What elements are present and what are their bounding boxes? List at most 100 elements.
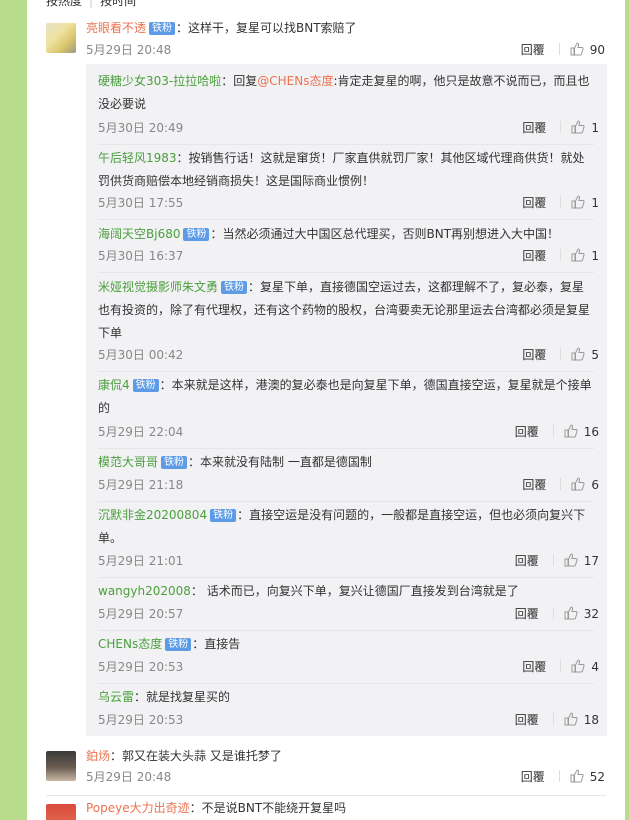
- reply-username[interactable]: 米娅视觉摄影师朱文勇: [98, 280, 218, 294]
- reply-username[interactable]: 模范大哥哥: [98, 455, 158, 469]
- reply-timestamp: 5月29日 21:18: [98, 478, 184, 492]
- reply-button[interactable]: 回覆: [515, 425, 539, 439]
- reply-button[interactable]: 回覆: [522, 121, 546, 135]
- reply-username[interactable]: 乌云雷: [98, 690, 134, 704]
- reply-divider: [98, 448, 594, 449]
- like-count: 1: [591, 249, 599, 263]
- reply-button[interactable]: 回覆: [522, 660, 546, 674]
- reply-button[interactable]: 回覆: [515, 607, 539, 621]
- comment-username[interactable]: 鉑炀: [86, 749, 110, 763]
- sort-by-hot[interactable]: 按热度: [46, 0, 82, 8]
- thumbs-up-icon[interactable]: [571, 477, 585, 491]
- reply-item: 乌云雷：就是找复星买的: [98, 686, 596, 709]
- reply-button[interactable]: 回覆: [521, 43, 545, 57]
- comment-text: ：郭又在装大头蒜 又是谁托梦了: [110, 749, 282, 763]
- reply-body: 海阔天空Bj680 铁粉 ：当然必须通过大中国区总代理买，否则BNT再别想进入大中国…: [98, 223, 596, 246]
- reply-body: wangyh202008： 话术而已，向复兴下单，复兴让德国厂直接发到台湾就是了: [98, 580, 596, 603]
- action-divider: [552, 425, 554, 437]
- reply-timestamp: 5月29日 20:53: [98, 713, 184, 727]
- thumbs-up-icon[interactable]: [570, 42, 584, 56]
- reply-actions: 回覆 5: [522, 347, 599, 363]
- thumbs-up-icon[interactable]: [564, 712, 578, 726]
- right-background-strip: [625, 0, 629, 820]
- sort-bar: 按热度 | 按时间: [46, 0, 136, 8]
- reply-timestamp: 5月29日 21:01: [98, 554, 184, 568]
- reply-button[interactable]: 回覆: [522, 348, 546, 362]
- action-divider: [552, 607, 554, 619]
- reply-timestamp: 5月30日 17:55: [98, 196, 184, 210]
- avatar[interactable]: [46, 751, 76, 781]
- thumbs-up-icon[interactable]: [564, 424, 578, 438]
- comment-text: ：这样干，复星可以找BNT索赔了: [176, 21, 357, 35]
- reply-item: 模范大哥哥 铁粉 ：本来就没有陆制 一直都是德国制: [98, 451, 596, 474]
- thumbs-up-icon[interactable]: [564, 606, 578, 620]
- reply-text: ： 话术而已，向复兴下单，复兴让德国厂直接发到台湾就是了: [190, 584, 519, 598]
- like-count: 18: [583, 713, 599, 727]
- thumbs-up-icon[interactable]: [571, 248, 585, 262]
- reply-username[interactable]: 沉默非金20200804: [98, 508, 207, 522]
- action-divider: [558, 43, 560, 55]
- comment-username[interactable]: 亮眼看不透: [86, 21, 146, 35]
- comment-section: 按热度 | 按时间 亮眼看不透 铁粉 ：这样干，复星可以找BNT索赔了 5月29日 20…: [27, 0, 625, 820]
- sort-by-time[interactable]: 按时间: [100, 0, 136, 8]
- comment-text: ：不是说BNT不能绕开复星吗: [189, 801, 347, 815]
- action-divider: [558, 770, 560, 782]
- reply-item: 海阔天空Bj680 铁粉 ：当然必须通过大中国区总代理买，否则BNT再别想进入大中国…: [98, 223, 596, 246]
- reply-divider: [98, 630, 594, 631]
- reply-body: 米娅视觉摄影师朱文勇 铁粉 ：复星下单，直接德国空运过去，这都理解不了，复必泰，复星…: [98, 276, 596, 345]
- reply-item: wangyh202008： 话术而已，向复兴下单，复兴让德国厂直接发到台湾就是了: [98, 580, 596, 603]
- reply-item: 康侃4 铁粉 ：本来就是这样，港澳的复必泰也是向复星下单，德国直接空运，复星就是个接…: [98, 374, 596, 420]
- reply-divider: [98, 577, 594, 578]
- reply-button[interactable]: 回覆: [522, 249, 546, 263]
- like-count: 1: [591, 121, 599, 135]
- thumbs-up-icon[interactable]: [571, 659, 585, 673]
- action-divider: [560, 121, 562, 133]
- mention-link[interactable]: @CHENs态度: [257, 74, 333, 88]
- reply-body: 午后轻风1983：按销售行话！这就是窜货！厂家直供就罚厂家！其他区域代理商供货！…: [98, 147, 596, 193]
- reply-button[interactable]: 回覆: [515, 713, 539, 727]
- reply-button[interactable]: 回覆: [521, 770, 545, 784]
- thumbs-up-icon[interactable]: [571, 120, 585, 134]
- thumbs-up-icon[interactable]: [564, 553, 578, 567]
- reply-username[interactable]: 午后轻风1983: [98, 151, 177, 165]
- reply-text: ：直接告: [192, 637, 241, 651]
- avatar[interactable]: [46, 23, 76, 53]
- reply-username[interactable]: CHENs态度: [98, 637, 162, 651]
- fan-badge: 铁粉: [149, 22, 176, 35]
- thumbs-up-icon[interactable]: [571, 347, 585, 361]
- reply-button[interactable]: 回覆: [515, 554, 539, 568]
- reply-body: 乌云雷：就是找复星买的: [98, 686, 596, 709]
- comment-username[interactable]: Popeye大力出奇迹: [86, 801, 190, 815]
- like-count: 1: [591, 196, 599, 210]
- thumbs-up-icon[interactable]: [571, 195, 585, 209]
- reply-body: 康侃4 铁粉 ：本来就是这样，港澳的复必泰也是向复星下单，德国直接空运，复星就是个接…: [98, 374, 596, 420]
- reply-actions: 回覆 1: [522, 248, 599, 264]
- comment-actions: 回覆 90: [521, 42, 605, 58]
- reply-username[interactable]: wangyh202008: [98, 584, 191, 598]
- reply-username[interactable]: 康侃4: [98, 378, 130, 392]
- like-count: 6: [591, 478, 599, 492]
- reply-body: 沉默非金20200804 铁粉 ：直接空运是没有问题的，一般都是直接空运，但也必须向…: [98, 504, 596, 550]
- like-count: 16: [583, 425, 599, 439]
- reply-button[interactable]: 回覆: [522, 478, 546, 492]
- thumbs-up-icon[interactable]: [570, 769, 584, 783]
- action-divider: [552, 554, 554, 566]
- avatar[interactable]: [46, 804, 76, 820]
- fan-badge: 铁粉: [165, 638, 192, 651]
- fan-badge: 铁粉: [210, 509, 237, 522]
- reply-username[interactable]: 硬糖少女303-拉拉哈啦: [98, 74, 221, 88]
- comment-body: 鉑炀：郭又在装大头蒜 又是谁托梦了: [86, 747, 282, 765]
- fan-badge: 铁粉: [132, 379, 159, 392]
- like-count: 17: [583, 554, 599, 568]
- reply-username[interactable]: 海阔天空Bj680: [98, 227, 180, 241]
- reply-timestamp: 5月30日 20:49: [98, 121, 184, 135]
- like-count: 4: [591, 660, 599, 674]
- action-divider: [560, 249, 562, 261]
- reply-divider: [98, 219, 594, 220]
- reply-actions: 回覆 32: [515, 606, 599, 622]
- fan-badge: 铁粉: [221, 281, 248, 294]
- reply-button[interactable]: 回覆: [522, 196, 546, 210]
- reply-body: 模范大哥哥 铁粉 ：本来就没有陆制 一直都是德国制: [98, 451, 596, 474]
- reply-text: ：本来就没有陆制 一直都是德国制: [188, 455, 372, 469]
- like-count: 32: [583, 607, 599, 621]
